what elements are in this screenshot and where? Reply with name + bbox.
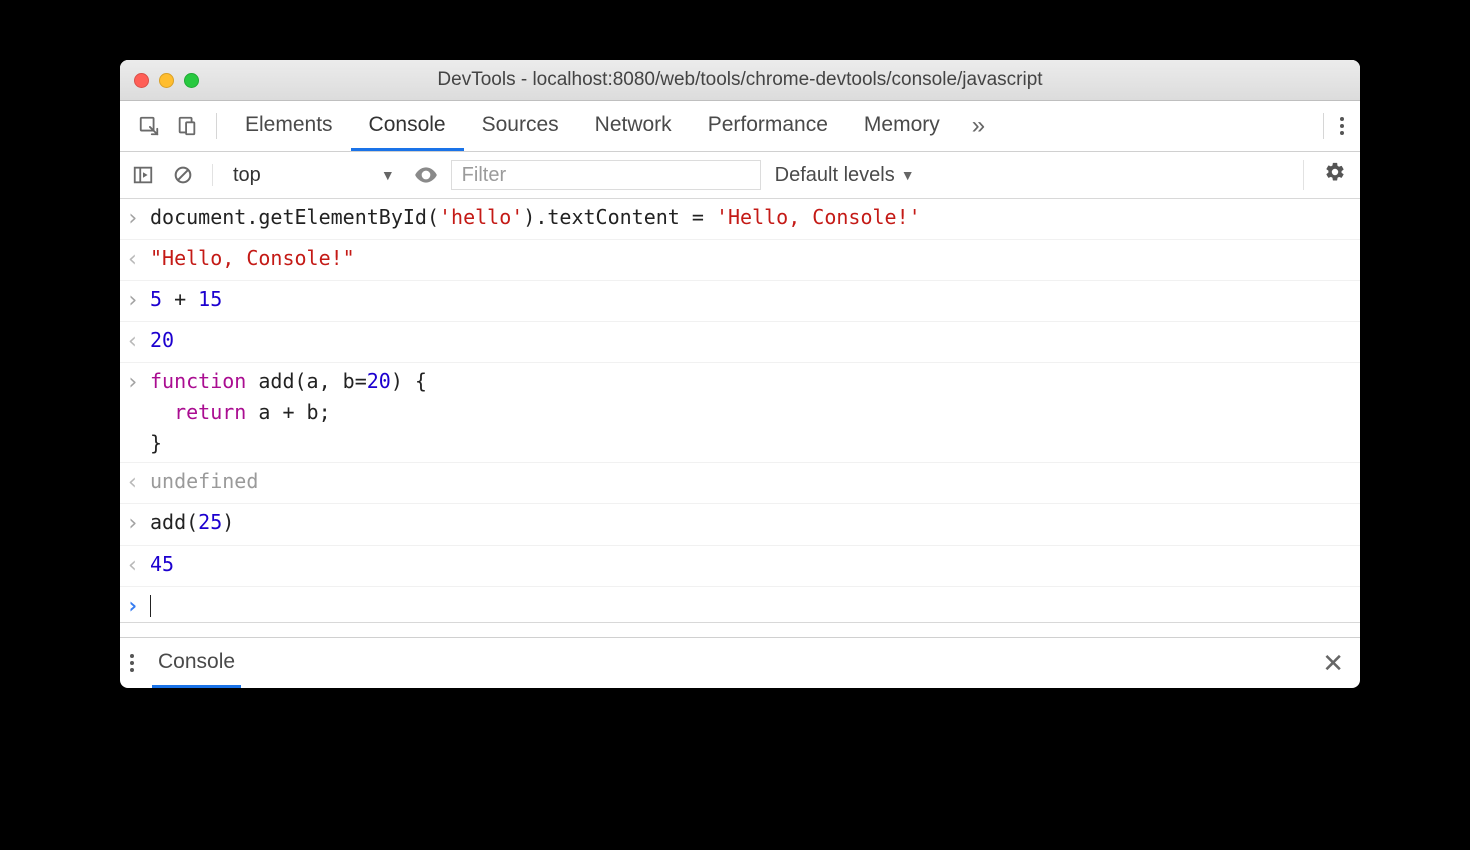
console-input-row: document.getElementById('hello').textCon…: [120, 199, 1360, 240]
tab-network[interactable]: Network: [577, 101, 690, 151]
window-controls: [120, 73, 199, 88]
tab-label: Elements: [245, 113, 333, 137]
console-prompt-row[interactable]: [120, 587, 1360, 622]
console-filter-input[interactable]: Filter: [451, 160, 761, 190]
dropdown-icon: ▼: [381, 167, 395, 183]
tab-performance[interactable]: Performance: [690, 101, 846, 151]
tab-elements[interactable]: Elements: [227, 101, 351, 151]
input-chevron-icon: [126, 202, 150, 236]
output-chevron-icon: [126, 549, 150, 583]
close-drawer-icon[interactable]: ✕: [1316, 648, 1350, 679]
output-chevron-icon: [126, 466, 150, 500]
prompt-chevron-icon: [126, 590, 150, 622]
filter-placeholder: Filter: [462, 164, 506, 187]
minimize-window-button[interactable]: [159, 73, 174, 88]
separator: [1303, 160, 1304, 190]
output-chevron-icon: [126, 325, 150, 359]
console-settings-icon[interactable]: [1324, 161, 1352, 189]
tab-label: Sources: [482, 113, 559, 137]
code: 45: [150, 549, 1350, 583]
console-input-row: 5 + 15: [120, 281, 1360, 322]
separator: [1323, 113, 1324, 139]
drawer-menu-icon[interactable]: [130, 654, 134, 672]
tab-sources[interactable]: Sources: [464, 101, 577, 151]
more-panels-icon[interactable]: »: [958, 112, 999, 140]
zoom-window-button[interactable]: [184, 73, 199, 88]
separator: [216, 113, 217, 139]
dropdown-icon: ▼: [901, 167, 915, 183]
log-levels-selector[interactable]: Default levels ▼: [775, 164, 915, 187]
output-chevron-icon: [126, 243, 150, 277]
console-output[interactable]: document.getElementById('hello').textCon…: [120, 199, 1360, 622]
drawer-tab-console[interactable]: Console: [152, 638, 241, 688]
console-toolbar: top ▼ Filter Default levels ▼: [120, 152, 1360, 199]
settings-menu-icon[interactable]: [1334, 117, 1350, 135]
code: document.getElementById('hello').textCon…: [150, 202, 1350, 236]
input-chevron-icon: [126, 284, 150, 318]
drawer: Console ✕: [120, 637, 1360, 688]
code: "Hello, Console!": [150, 243, 1350, 277]
console-output-row: "Hello, Console!": [120, 240, 1360, 281]
console-input-row: function add(a, b=20) { return a + b; }: [120, 363, 1360, 463]
console-output-row: undefined: [120, 463, 1360, 504]
code: undefined: [150, 466, 1350, 500]
input-chevron-icon: [126, 366, 150, 459]
log-levels-label: Default levels: [775, 164, 895, 187]
code: 5 + 15: [150, 284, 1350, 318]
execution-context-selector[interactable]: top ▼: [227, 162, 401, 189]
panel-tabstrip: Elements Console Sources Network Performance…: [120, 101, 1360, 152]
window-title: DevTools - localhost:8080/web/tools/chro…: [120, 69, 1360, 91]
devtools-window: DevTools - localhost:8080/web/tools/chro…: [120, 60, 1360, 688]
code: add(25): [150, 507, 1350, 541]
code: 20: [150, 325, 1350, 359]
execution-context-label: top: [233, 164, 261, 187]
tab-label: Memory: [864, 113, 940, 137]
separator: [212, 164, 213, 186]
device-toolbar-icon[interactable]: [168, 101, 206, 151]
show-console-sidebar-icon[interactable]: [128, 160, 158, 190]
drawer-tab-label: Console: [158, 650, 235, 674]
console-input-row: add(25): [120, 504, 1360, 545]
tab-label: Console: [369, 113, 446, 137]
titlebar: DevTools - localhost:8080/web/tools/chro…: [120, 60, 1360, 101]
close-window-button[interactable]: [134, 73, 149, 88]
inspect-element-icon[interactable]: [130, 101, 168, 151]
tab-memory[interactable]: Memory: [846, 101, 958, 151]
clear-console-icon[interactable]: [168, 160, 198, 190]
tab-label: Performance: [708, 113, 828, 137]
tab-console[interactable]: Console: [351, 101, 464, 151]
drawer-resizer[interactable]: [120, 622, 1360, 637]
tab-label: Network: [595, 113, 672, 137]
live-expression-icon[interactable]: [411, 160, 441, 190]
console-input[interactable]: [150, 590, 1350, 622]
console-output-row: 45: [120, 546, 1360, 587]
input-chevron-icon: [126, 507, 150, 541]
code: function add(a, b=20) { return a + b; }: [150, 366, 1350, 459]
console-output-row: 20: [120, 322, 1360, 363]
